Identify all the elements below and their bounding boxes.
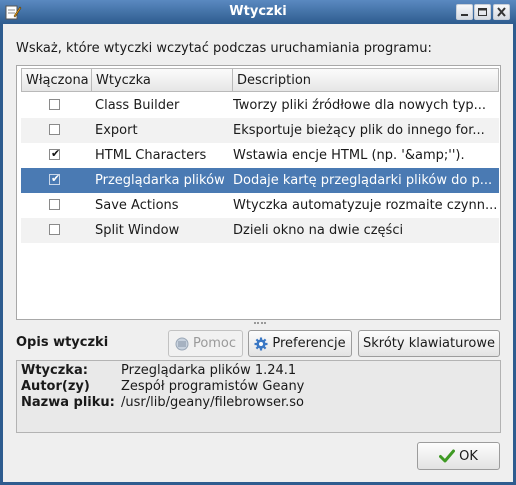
- ok-button-label: OK: [459, 448, 478, 464]
- pane-resize-handle[interactable]: [254, 322, 266, 326]
- help-button[interactable]: Pomoc: [168, 330, 243, 357]
- plugin-name: Save Actions: [95, 198, 179, 213]
- info-author-row: Autor(zy) Zespół programistów Geany: [21, 379, 304, 394]
- plugin-name: Przeglądarka plików: [95, 173, 225, 188]
- close-icon: [497, 7, 506, 17]
- info-plugin-value: Przeglądarka plików 1.24.1: [121, 363, 297, 378]
- dialog-content: Wskaż, które wtyczki wczytać podczas uru…: [3, 24, 513, 482]
- plugin-name: HTML Characters: [95, 148, 207, 163]
- help-icon: [175, 337, 189, 350]
- plugin-row[interactable]: Split Window Dzieli okno na dwie części: [21, 218, 499, 243]
- column-header-plugin[interactable]: Wtyczka: [92, 69, 233, 91]
- plugin-description: Wtyczka automatyzuje rozmaite czynn...: [233, 198, 497, 213]
- info-file-value: /usr/lib/geany/filebrowser.so: [121, 395, 304, 410]
- plugin-enabled-checkbox[interactable]: ✔: [49, 149, 60, 160]
- checkmark-icon: [439, 449, 456, 463]
- plugin-row[interactable]: ✔ Przeglądarka plików Dodaje kartę przeglą…: [21, 168, 499, 193]
- plugin-enabled-checkbox[interactable]: [49, 224, 60, 235]
- window-title: Wtyczki: [229, 4, 287, 19]
- info-file-row: Nazwa pliku: /usr/lib/geany/filebrowser.s…: [21, 395, 304, 410]
- plugin-row[interactable]: ✔ HTML Characters Wstawia encje HTML (np. …: [21, 143, 499, 168]
- plugin-list[interactable]: Włączona Wtyczka Description Class Build…: [16, 65, 501, 320]
- help-button-label: Pomoc: [192, 336, 237, 351]
- title-bar[interactable]: Wtyczki: [0, 0, 516, 24]
- plugin-description: Dzieli okno na dwie części: [233, 223, 404, 238]
- plugin-description: Wstawia encje HTML (np. '&amp;'').: [233, 148, 465, 163]
- info-author-value: Zespół programistów Geany: [121, 379, 305, 394]
- preferences-button-label: Preferencje: [272, 336, 346, 351]
- plugin-enabled-checkbox[interactable]: [49, 199, 60, 210]
- plugin-enabled-checkbox[interactable]: ✔: [49, 174, 60, 185]
- close-button[interactable]: [493, 4, 510, 20]
- info-file-key: Nazwa pliku:: [21, 395, 115, 410]
- plugin-row[interactable]: Class Builder Tworzy pliki źródłowe dla n…: [21, 93, 499, 118]
- maximize-icon: [478, 8, 487, 16]
- plugin-info-panel: Wtyczka: Przeglądarka plików 1.24.1 Autor…: [16, 360, 501, 433]
- checkmark-icon: ✔: [51, 174, 60, 185]
- plugin-description: Dodaje kartę przeglądarki plików do p...: [233, 173, 493, 188]
- plugin-enabled-checkbox[interactable]: [49, 99, 60, 110]
- column-header-description[interactable]: Description: [233, 69, 500, 91]
- ok-button[interactable]: OK: [417, 442, 500, 470]
- keybindings-button[interactable]: Skróty klawiaturowe: [358, 330, 500, 357]
- preferences-button[interactable]: Preferencje: [248, 330, 352, 357]
- minimize-button[interactable]: [456, 4, 473, 20]
- maximize-button[interactable]: [474, 4, 491, 20]
- plugin-name: Split Window: [95, 223, 180, 238]
- gear-icon: [254, 337, 268, 350]
- plugin-name: Class Builder: [95, 98, 180, 113]
- checkmark-icon: ✔: [51, 149, 60, 160]
- plugin-description: Eksportuje bieżący plik do innego for...: [233, 123, 485, 138]
- prompt-label: Wskaż, które wtyczki wczytać podczas uru…: [16, 41, 432, 56]
- plugin-details-label: Opis wtyczki: [16, 335, 109, 350]
- column-header-enabled[interactable]: Włączona: [22, 69, 92, 91]
- plugin-row[interactable]: Save Actions Wtyczka automatyzuje rozmait…: [21, 193, 499, 218]
- info-author-key: Autor(zy): [21, 379, 90, 394]
- plugin-description: Tworzy pliki źródłowe dla nowych typ...: [233, 98, 487, 113]
- plugin-name: Export: [95, 123, 138, 138]
- plugins-dialog: Wtyczki Wskaż, które wtyczki wczytać pod…: [0, 0, 516, 485]
- keybindings-button-label: Skróty klawiaturowe: [362, 336, 495, 351]
- info-plugin-key: Wtyczka:: [21, 363, 88, 378]
- info-plugin-row: Wtyczka: Przeglądarka plików 1.24.1: [21, 363, 296, 378]
- plugin-row[interactable]: Export Eksportuje bieżący plik do innego …: [21, 118, 499, 143]
- plugin-enabled-checkbox[interactable]: [49, 124, 60, 135]
- list-header: Włączona Wtyczka Description: [21, 68, 499, 92]
- minimize-icon: [461, 14, 468, 16]
